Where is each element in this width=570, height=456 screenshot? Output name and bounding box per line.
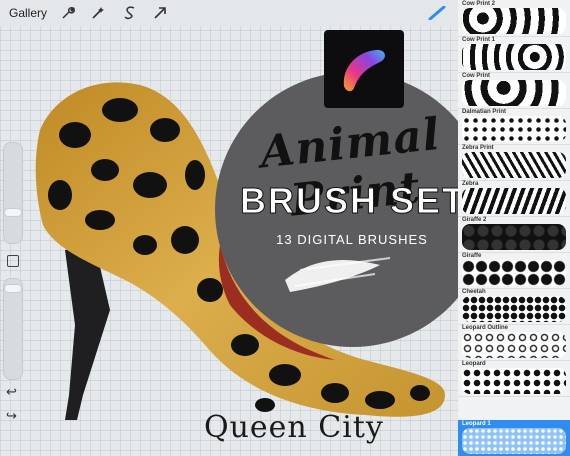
brush-stroke-preview (462, 224, 566, 250)
wrench-icon[interactable] (60, 5, 76, 21)
brush-library-panel: Cow Print 2 Cow Print 1 Cow Print Dalmat… (458, 0, 570, 456)
brush-item-leopard-1[interactable]: Leopard 1 (458, 420, 570, 456)
brush-item-giraffe-2[interactable]: Giraffe 2 (458, 216, 570, 253)
brush-stroke-texture (285, 257, 391, 292)
brush-stroke-preview (462, 332, 566, 358)
brush-label: Cheetah (462, 289, 486, 295)
procreate-app-icon (324, 30, 404, 108)
magic-wand-icon[interactable] (90, 5, 106, 21)
brush-label: Leopard Outline (462, 325, 509, 331)
brush-stroke-preview (462, 152, 566, 178)
promo-subtitle: 13 DIGITAL BRUSHES (276, 232, 428, 247)
brush-label: Cow Print 2 (462, 1, 496, 7)
left-sidebar: ↩ ↪ (0, 138, 26, 430)
brush-label: Leopard 1 (462, 421, 491, 427)
brush-label: Zebra Print (462, 145, 494, 151)
brush-stroke-preview (462, 44, 566, 70)
brush-label: Zebra (462, 181, 479, 187)
brush-icon[interactable] (428, 5, 446, 21)
brush-label: Cow Print (462, 73, 490, 79)
brush-label: Leopard (462, 361, 486, 367)
brush-stroke-preview (462, 116, 566, 142)
brush-stroke-preview (462, 188, 566, 214)
opacity-slider[interactable] (3, 278, 23, 380)
brush-item-dalmatian-print[interactable]: Dalmatian Print (458, 108, 570, 145)
brush-item-cow-print[interactable]: Cow Print (458, 72, 570, 109)
transform-arrow-icon[interactable] (152, 5, 168, 21)
promo-title-main: BRUSH SET (239, 180, 467, 222)
undo-icon[interactable]: ↩ (6, 384, 17, 400)
brush-stroke-preview (462, 260, 566, 286)
brush-stroke-preview (462, 368, 566, 394)
brush-item-cheetah[interactable]: Cheetah (458, 288, 570, 325)
brush-label: Dalmatian Print (462, 109, 507, 115)
brush-item-giraffe[interactable]: Giraffe (458, 252, 570, 289)
brush-item-leopard-outline[interactable]: Leopard Outline (458, 324, 570, 361)
brush-size-slider[interactable] (3, 142, 23, 244)
brush-stroke-preview (462, 296, 566, 322)
brush-label: Giraffe 2 (462, 217, 487, 223)
redo-icon[interactable]: ↪ (6, 408, 17, 424)
brush-item-cow-print-2[interactable]: Cow Print 2 (458, 0, 570, 37)
brush-item-cow-print-1[interactable]: Cow Print 1 (458, 36, 570, 73)
brush-item-zebra-print[interactable]: Zebra Print (458, 144, 570, 181)
brush-item-leopard[interactable]: Leopard (458, 360, 570, 397)
opacity-thumb[interactable] (5, 285, 21, 292)
brush-label: Cow Print 1 (462, 37, 496, 43)
brand-footer: Queen City (204, 410, 384, 445)
brush-label: Giraffe (462, 253, 482, 259)
brush-stroke-preview (462, 428, 566, 454)
modify-square-button[interactable] (7, 255, 19, 267)
selection-s-icon[interactable] (122, 5, 138, 21)
top-toolbar: Gallery (0, 0, 458, 26)
gallery-button[interactable]: Gallery (9, 6, 47, 20)
brush-item-zebra[interactable]: Zebra (458, 180, 570, 217)
brush-size-thumb[interactable] (5, 209, 21, 216)
brush-stroke-preview (462, 8, 566, 34)
brush-stroke-preview (462, 80, 566, 106)
